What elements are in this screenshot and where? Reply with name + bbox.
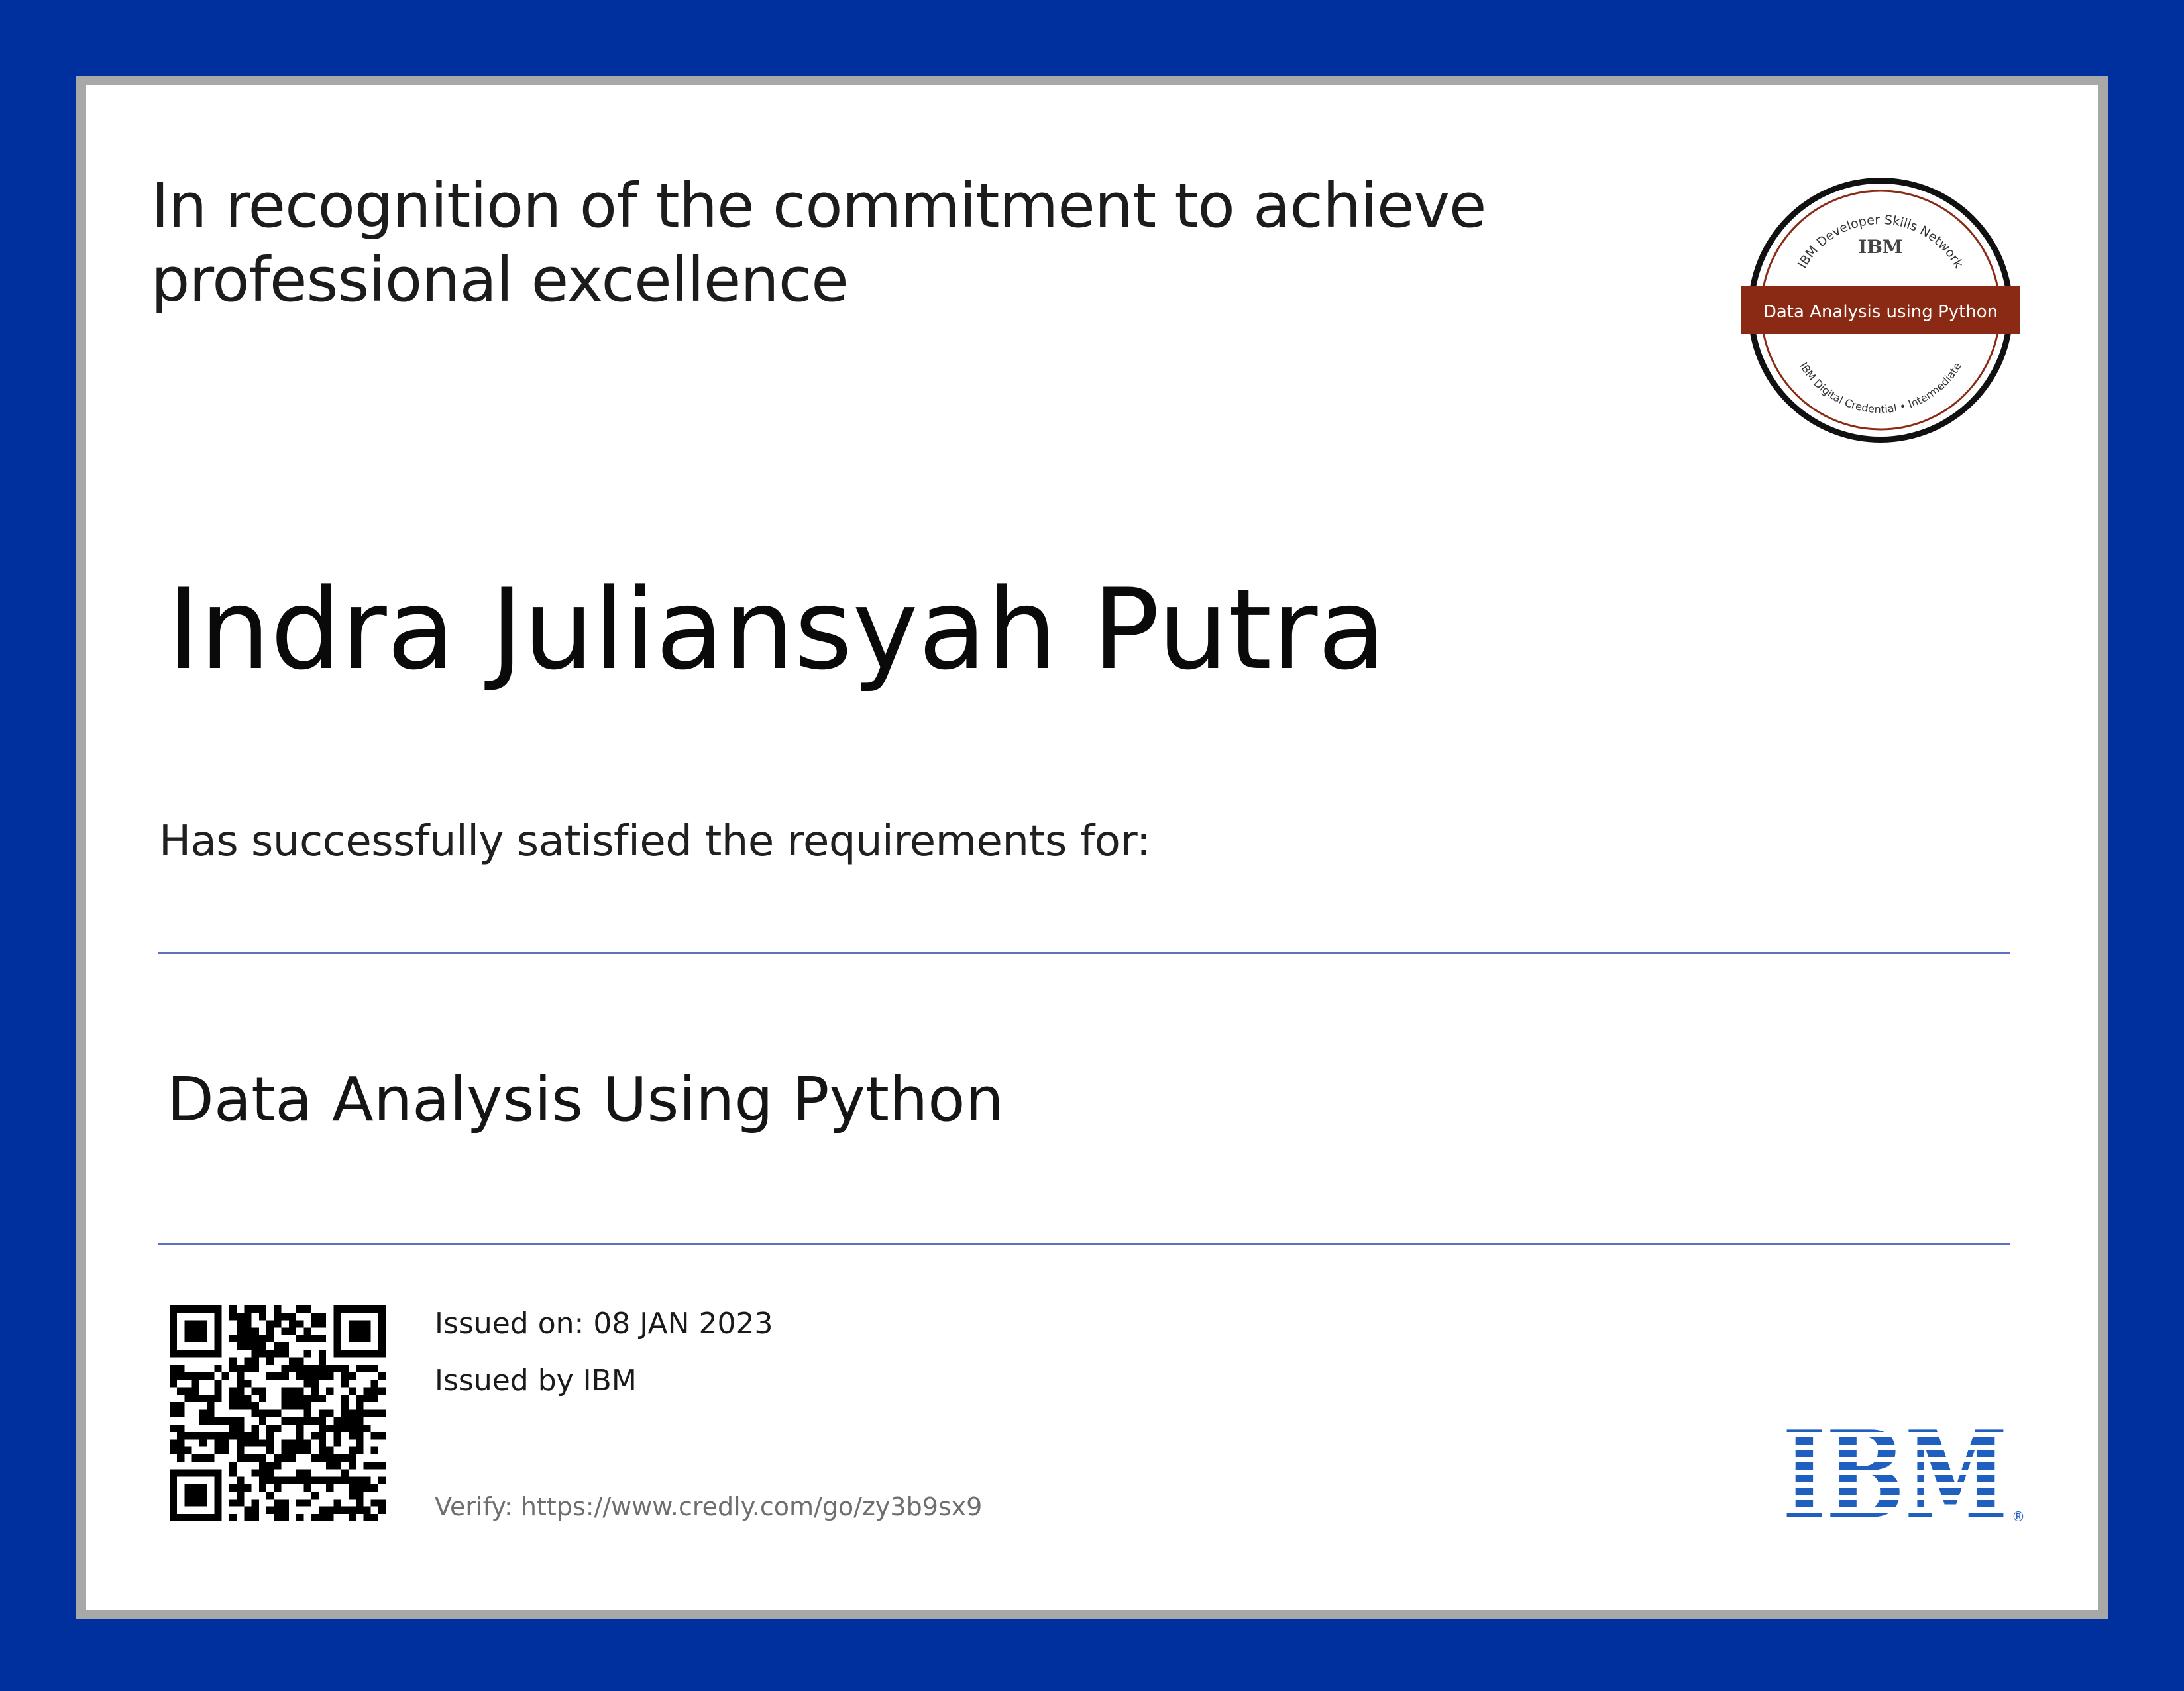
ibm-logo: IBM ® (1782, 1425, 2034, 1525)
registered-mark: ® (2012, 1509, 2025, 1524)
ibm-logo-text: IBM (1782, 1425, 2008, 1524)
qr-code-icon (170, 1305, 386, 1521)
divider-bottom (158, 1243, 2010, 1245)
issuer: Issued by IBM (435, 1364, 637, 1397)
recipient-name: Indra Juliansyah Putra (167, 565, 1386, 694)
certificate-headline: In recognition of the commitment to achi… (151, 170, 1487, 315)
course-title: Data Analysis Using Python (167, 1064, 1004, 1135)
badge-ribbon-text: Data Analysis using Python (1763, 302, 1998, 322)
credential-badge: IBM Developer Skills Network IBM Data An… (1739, 171, 2022, 449)
badge-emblem: IBM Developer Skills Network IBM Data An… (1739, 178, 2022, 443)
badge-ibm-logo: IBM (1858, 236, 1903, 258)
issue-date: Issued on: 08 JAN 2023 (435, 1307, 773, 1340)
divider-top (158, 952, 2010, 954)
requirements-statement: Has successfully satisfied the requireme… (159, 817, 1151, 866)
verify-link[interactable]: Verify: https://www.credly.com/go/zy3b9s… (435, 1491, 982, 1523)
